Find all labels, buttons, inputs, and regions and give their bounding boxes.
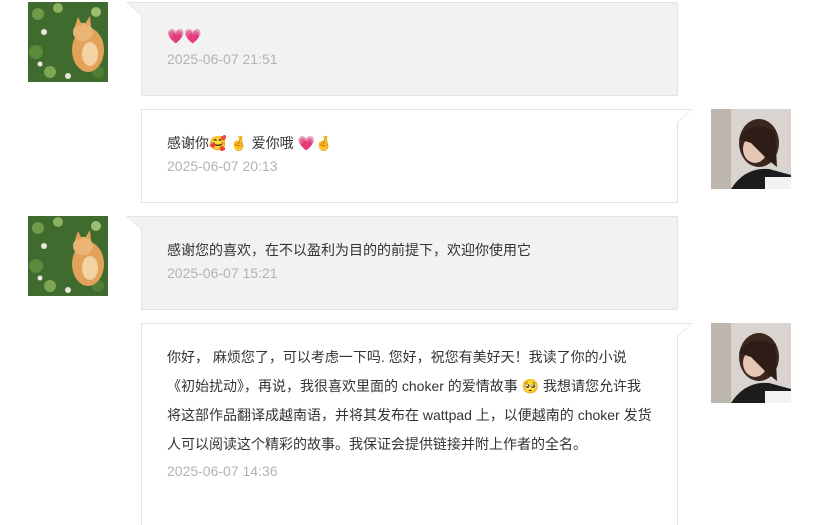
girl-avatar[interactable] bbox=[711, 109, 791, 189]
bubble-tail bbox=[677, 323, 693, 337]
bubble-tail bbox=[126, 2, 142, 16]
message-text: 感谢您的喜欢，在不以盈利为目的的前提下，欢迎你使用它 bbox=[167, 242, 531, 258]
message-bubble: 感谢您的喜欢，在不以盈利为目的的前提下，欢迎你使用它 2025-06-07 15… bbox=[126, 216, 678, 310]
bubble-tail bbox=[126, 216, 142, 230]
message-text: 你好， 麻烦您了，可以考虑一下吗. 您好，祝您有美好天！我读了你的小说《初始扰动… bbox=[167, 349, 652, 452]
message-timestamp: 2025-06-07 20:13 bbox=[167, 158, 278, 174]
message-timestamp: 2025-06-07 14:36 bbox=[167, 463, 278, 479]
message-bubble: 💗💗 2025-06-07 21:51 bbox=[126, 2, 678, 96]
message-text: 感谢你🥰 🤞 爱你哦 💗🤞 bbox=[167, 135, 333, 151]
message-bubble: 你好， 麻烦您了，可以考虑一下吗. 您好，祝您有美好天！我读了你的小说《初始扰动… bbox=[141, 323, 693, 525]
message-timestamp: 2025-06-07 21:51 bbox=[167, 51, 278, 67]
cat-avatar[interactable] bbox=[28, 2, 108, 82]
bubble-tail bbox=[677, 109, 693, 123]
girl-avatar[interactable] bbox=[711, 323, 791, 403]
message-text: 💗💗 bbox=[167, 28, 202, 44]
cat-avatar[interactable] bbox=[28, 216, 108, 296]
message-bubble: 感谢你🥰 🤞 爱你哦 💗🤞 2025-06-07 20:13 bbox=[141, 109, 693, 203]
message-timestamp: 2025-06-07 15:21 bbox=[167, 265, 278, 281]
